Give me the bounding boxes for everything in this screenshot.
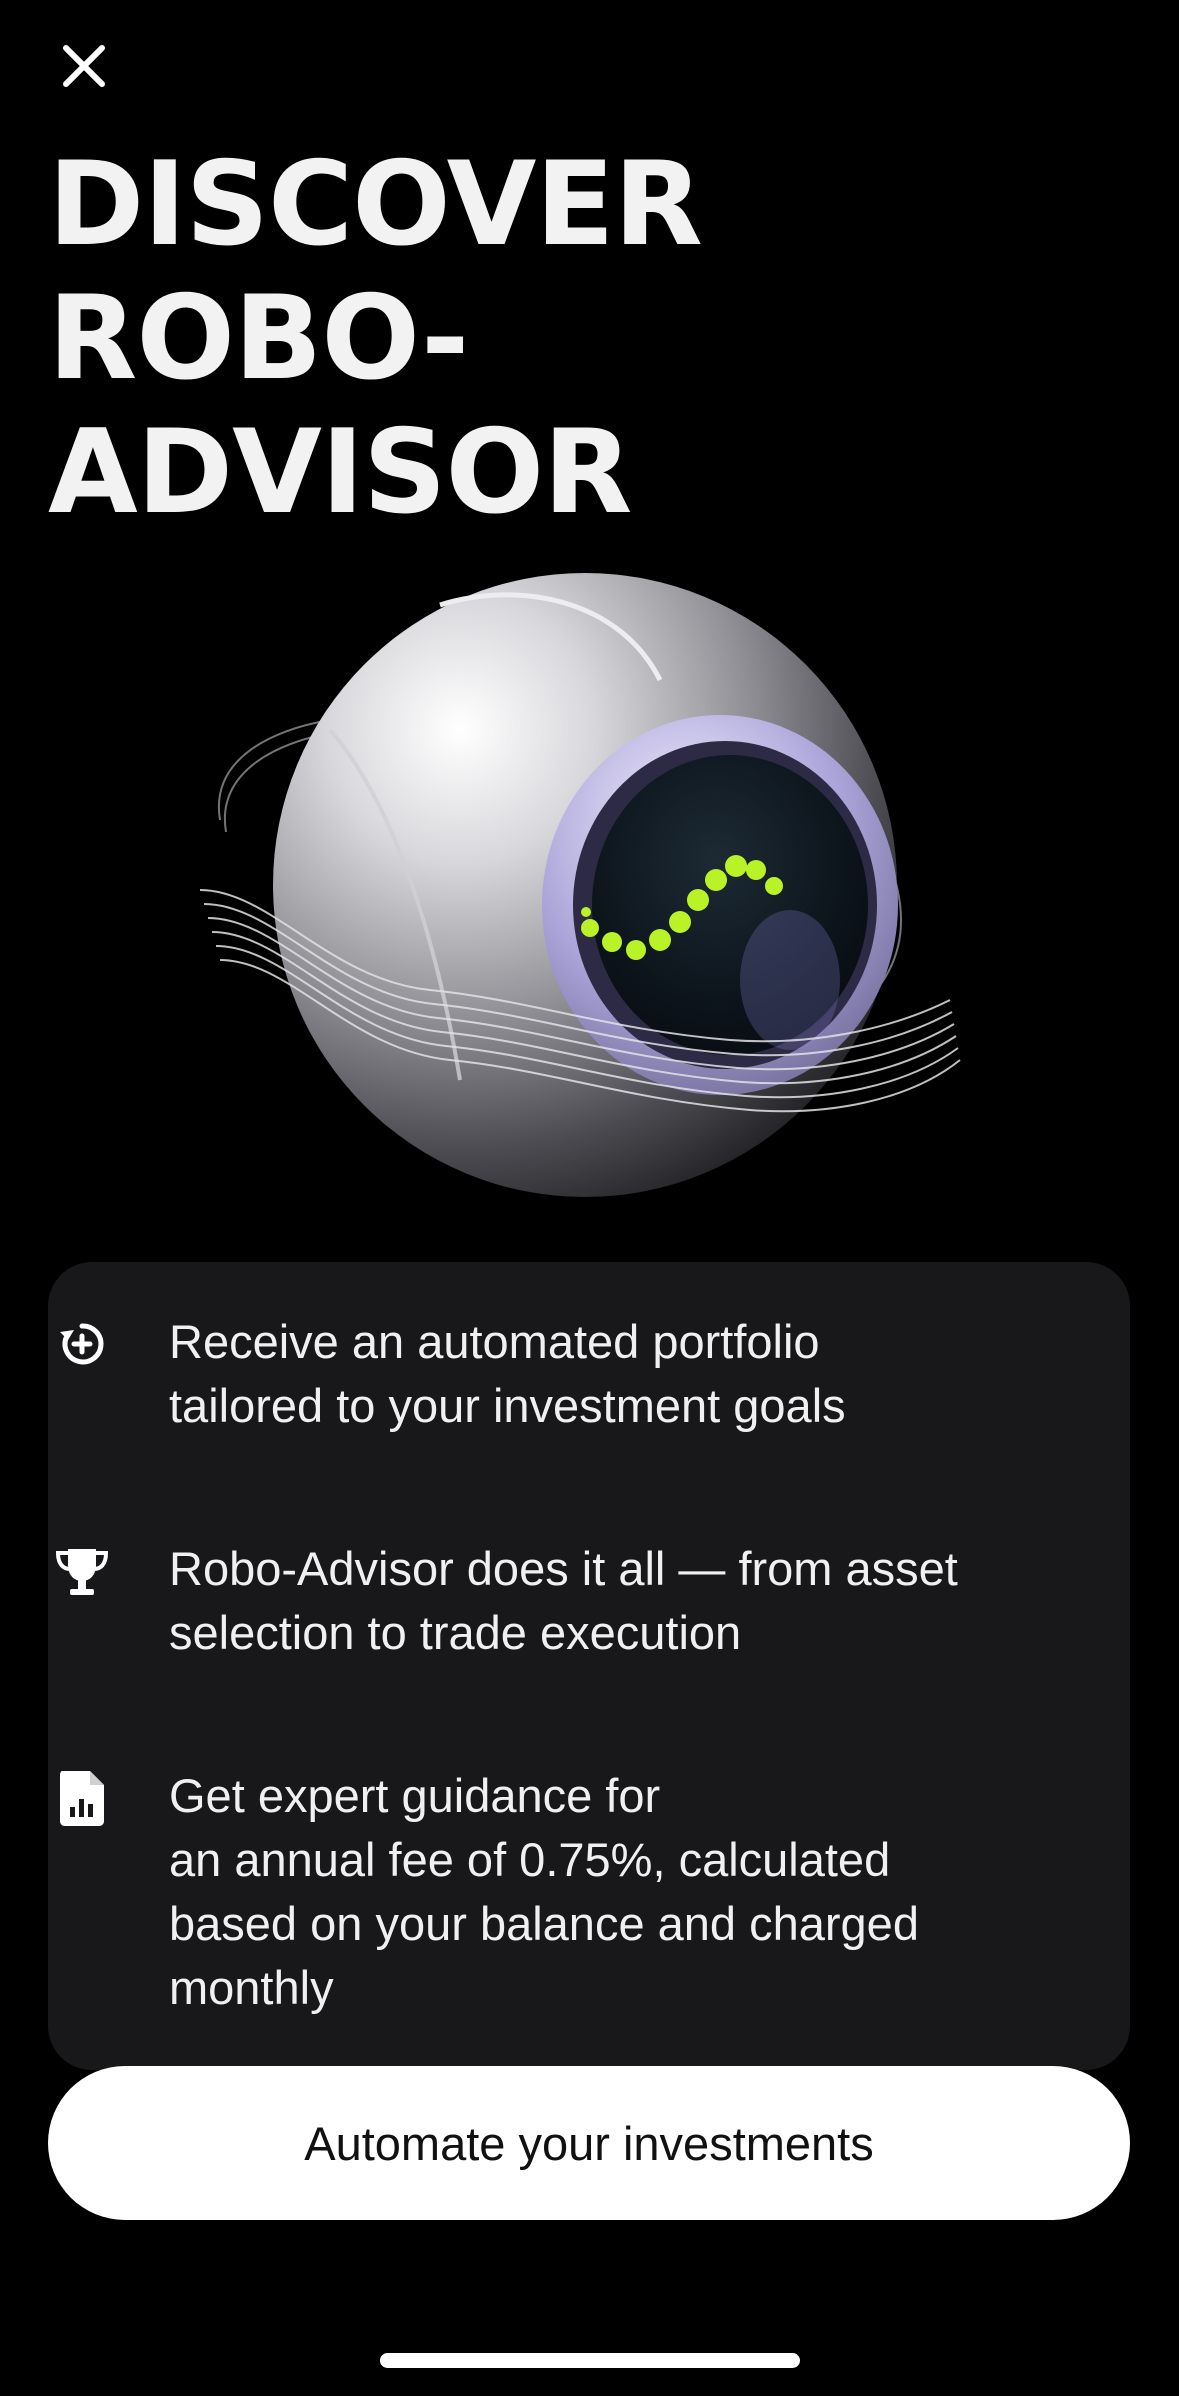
automate-investments-button[interactable]: Automate your investments: [48, 2066, 1130, 2220]
trophy-icon: [54, 1543, 110, 1599]
feature-text: Robo-Advisor does it all — from asset se…: [169, 1542, 958, 1659]
robo-advisor-illustration: [190, 560, 970, 1220]
home-indicator[interactable]: [380, 2353, 800, 2368]
document-chart-icon: [54, 1770, 110, 1826]
feature-text: Receive an automated portfolio tailored …: [169, 1315, 846, 1432]
feature-text: Get expert guidance for an annual fee of…: [169, 1769, 919, 2014]
close-button[interactable]: [52, 34, 116, 98]
page-title: DISCOVER ROBO- ADVISOR: [48, 137, 703, 540]
refresh-plus-icon: [54, 1316, 110, 1372]
close-icon: [63, 45, 105, 87]
